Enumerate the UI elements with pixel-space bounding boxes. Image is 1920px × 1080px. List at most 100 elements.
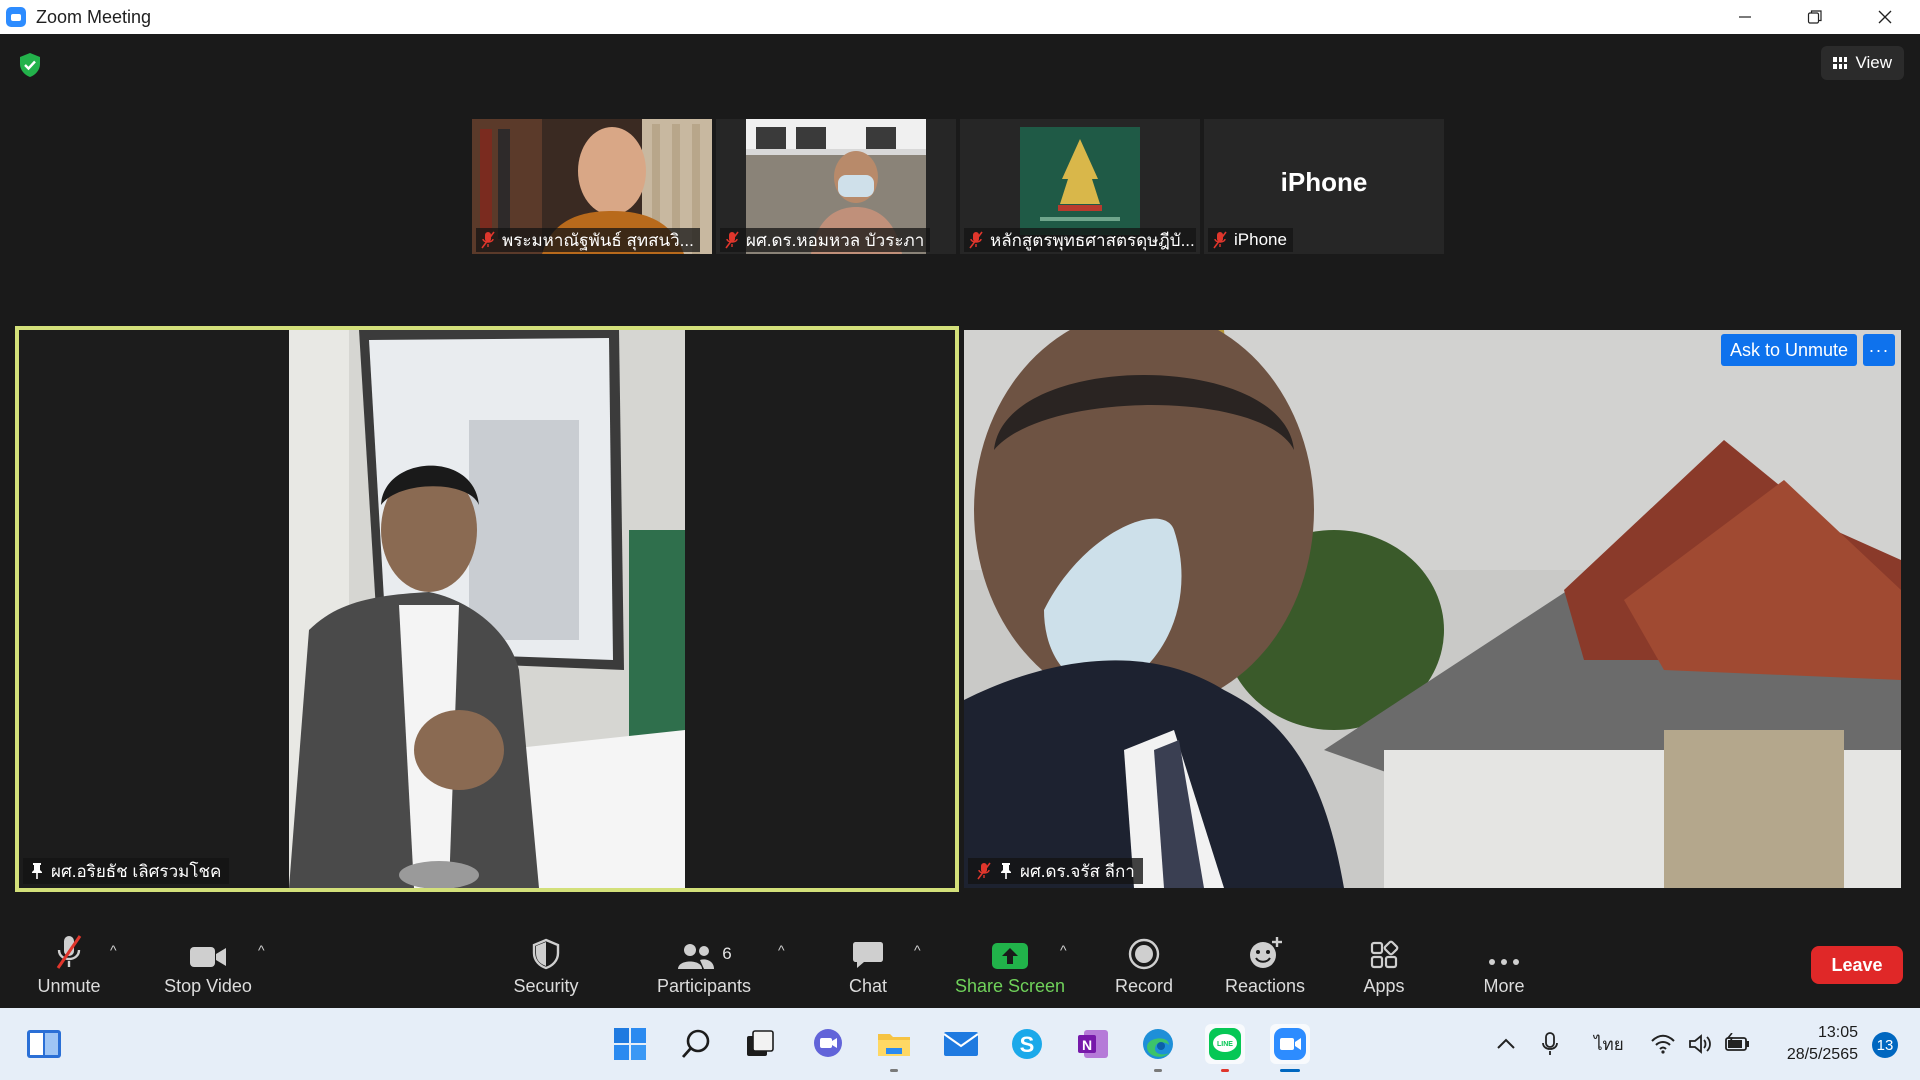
muted-mic-icon [977, 862, 991, 880]
unmute-label: Unmute [37, 976, 101, 996]
svg-text:S: S [1020, 1032, 1035, 1057]
share-screen-button[interactable]: Share Screen [955, 930, 1065, 1008]
audio-options-caret[interactable]: ^ [110, 942, 117, 958]
clock-date: 28/5/2565 [1786, 1046, 1858, 1063]
close-button[interactable] [1850, 0, 1920, 34]
participant-name: iPhone [1234, 230, 1287, 249]
security-label: Security [513, 976, 579, 996]
active-app-indicator [1280, 1069, 1300, 1072]
participant-name: ผศ.ดร.จรัส ลีกา [1020, 861, 1135, 881]
widgets-icon[interactable] [24, 1024, 64, 1064]
active-speaker-video[interactable]: ผศ.อริยธัช เลิศรวมโชค [15, 326, 959, 892]
restore-icon [1807, 10, 1822, 24]
share-screen-icon [992, 943, 1028, 969]
apps-icon [1370, 940, 1399, 969]
pin-icon [1001, 863, 1011, 879]
participant-name-tag: iPhone [1208, 228, 1293, 252]
participant-thumbnail[interactable]: iPhone iPhone [1204, 119, 1444, 254]
edge-icon[interactable] [1138, 1024, 1178, 1072]
start-icon[interactable] [610, 1024, 650, 1064]
security-button[interactable]: Security [507, 930, 585, 1008]
share-options-caret[interactable]: ^ [1060, 942, 1067, 958]
view-button[interactable]: View [1821, 46, 1904, 80]
line-icon[interactable]: LINE [1205, 1024, 1245, 1072]
task-view-icon[interactable] [740, 1024, 780, 1064]
battery-charging-icon[interactable] [1724, 1008, 1752, 1080]
grid-view-icon [1833, 57, 1848, 69]
mail-icon[interactable] [941, 1024, 981, 1064]
muted-mic-icon [1213, 231, 1227, 249]
window-title: Zoom Meeting [36, 6, 152, 27]
view-label: View [1855, 53, 1892, 72]
participants-options-caret[interactable]: ^ [778, 942, 785, 958]
search-icon[interactable] [676, 1024, 716, 1064]
wifi-icon[interactable] [1650, 1008, 1676, 1080]
restore-button[interactable] [1780, 0, 1850, 34]
encryption-shield-icon[interactable] [18, 52, 42, 78]
muted-mic-icon [56, 935, 82, 969]
reactions-label: Reactions [1224, 976, 1306, 996]
share-screen-label: Share Screen [954, 976, 1066, 996]
participant-name-tag: ผศ.ดร.จรัส ลีกา [968, 858, 1143, 884]
close-icon [1878, 10, 1892, 24]
input-language-indicator[interactable]: ไทย [1594, 1008, 1624, 1080]
clock-time: 13:05 [1817, 1024, 1858, 1041]
svg-text:N: N [1082, 1037, 1092, 1053]
leave-meeting-button[interactable]: Leave [1811, 946, 1903, 984]
file-explorer-icon[interactable] [874, 1024, 914, 1072]
minimize-button[interactable] [1710, 0, 1780, 34]
meeting-controls-toolbar: Unmute ^ Stop Video ^ Security 6 Partici… [0, 930, 1920, 1008]
participant-name: หลักสูตรพุทธศาสตรดุษฎีบั... [990, 230, 1195, 250]
participant-thumbnail[interactable]: ผศ.ดร.หอมหวล บัวระภา [716, 119, 956, 254]
zoom-app-icon [6, 7, 26, 27]
ask-to-unmute-button[interactable]: Ask to Unmute [1720, 334, 1857, 366]
more-button[interactable]: More [1480, 930, 1528, 1008]
participants-icon [678, 944, 715, 969]
tile-more-options-button[interactable]: ··· [1863, 334, 1895, 366]
stop-video-button[interactable]: Stop Video [157, 930, 259, 1008]
volume-icon[interactable] [1688, 1008, 1714, 1080]
chat-options-caret[interactable]: ^ [914, 942, 921, 958]
taskbar-clock[interactable]: 13:05 28/5/2565 [1787, 1022, 1858, 1066]
participant-name-tag: หลักสูตรพุทธศาสตรดุษฎีบั... [964, 228, 1196, 252]
participant-name: ผศ.อริยธัช เลิศรวมโชค [51, 861, 222, 881]
record-button[interactable]: Record [1110, 930, 1178, 1008]
muted-mic-icon [725, 231, 739, 249]
pin-icon [32, 863, 42, 879]
window-title-bar: Zoom Meeting [0, 0, 1920, 34]
zoom-icon[interactable] [1270, 1024, 1310, 1072]
onenote-icon[interactable]: N [1073, 1024, 1113, 1064]
apps-button[interactable]: Apps [1360, 930, 1408, 1008]
teams-chat-icon[interactable] [808, 1024, 848, 1064]
muted-mic-icon [969, 231, 983, 249]
video-options-caret[interactable]: ^ [258, 942, 265, 958]
muted-mic-icon [481, 231, 495, 249]
participants-button[interactable]: 6 Participants [650, 930, 758, 1008]
record-label: Record [1114, 976, 1174, 996]
running-indicator [890, 1069, 898, 1072]
video-off-name-placeholder: iPhone [1280, 167, 1368, 197]
running-indicator [1154, 1069, 1162, 1072]
video-camera-icon [190, 947, 226, 967]
participant-name: พระมหาณัฐพันธ์ สุทสนวิ... [502, 230, 694, 250]
chat-button[interactable]: Chat [840, 930, 896, 1008]
participant-thumbnail[interactable]: หลักสูตรพุทธศาสตรดุษฎีบั... [960, 119, 1200, 254]
running-indicator [1221, 1069, 1229, 1072]
meeting-area: View พระมหาณัฐพันธ์ สุทสนวิ... ผศ.ดร.หอม… [0, 34, 1920, 930]
participant-name-tag: พระมหาณัฐพันธ์ สุทสนวิ... [476, 228, 700, 252]
show-hidden-icons-chevron[interactable] [1496, 1008, 1516, 1080]
participant-thumbnail[interactable]: พระมหาณัฐพันธ์ สุทสนวิ... [472, 119, 712, 254]
participants-label: Participants [656, 976, 752, 996]
windows-taskbar: S N LINE ไทย 13:05 28/5/2565 13 [0, 1008, 1920, 1080]
participant-thumbnail-strip: พระมหาณัฐพันธ์ สุทสนวิ... ผศ.ดร.หอมหวล บ… [472, 119, 1444, 254]
skype-icon[interactable]: S [1007, 1024, 1047, 1064]
reactions-button[interactable]: Reactions [1220, 930, 1310, 1008]
participant-name-tag: ผศ.ดร.หอมหวล บัวระภา [720, 228, 931, 252]
notification-count-badge[interactable]: 13 [1872, 1032, 1898, 1058]
chat-label: Chat [848, 976, 888, 996]
chat-bubble-icon [853, 942, 883, 968]
participant-video-tile[interactable]: Ask to Unmute ··· ผศ.ดร.จรัส ลีกา [964, 330, 1901, 888]
security-shield-icon [532, 938, 560, 970]
unmute-button[interactable]: Unmute [26, 930, 112, 1008]
microphone-tray-icon[interactable] [1540, 1008, 1560, 1080]
